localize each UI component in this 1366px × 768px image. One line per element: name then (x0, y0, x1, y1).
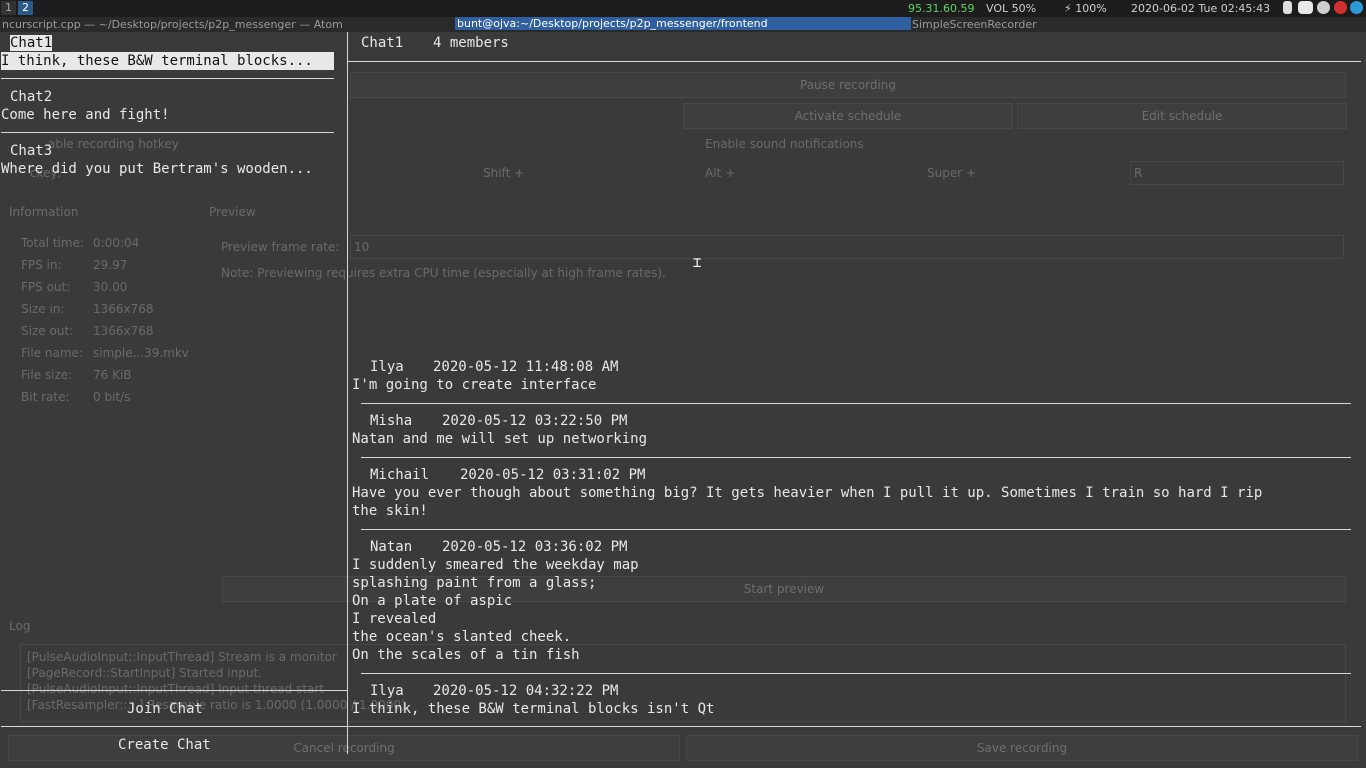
hotkey-key-select[interactable]: R (1130, 161, 1344, 185)
text-cursor-icon: ⌶ (693, 255, 702, 271)
workspace-1-button[interactable]: 1 (1, 1, 16, 15)
divider (361, 673, 1351, 674)
divider (348, 61, 1361, 62)
message-author: Ilya (370, 683, 404, 699)
info-label: FPS out: (21, 280, 71, 294)
telegram-icon[interactable] (1350, 1, 1363, 14)
message-text: I suddenly smeared the weekday map (352, 557, 639, 573)
info-value: 0:00:04 (93, 236, 140, 250)
workspace-2-button[interactable]: 2 (18, 1, 33, 15)
hotkey-key-value: R (1134, 166, 1143, 180)
join-chat-button[interactable]: Join Chat (127, 700, 203, 718)
log-line: [PulseAudioInput::InputThread] Input thr… (27, 682, 325, 696)
message-author: Michail (370, 467, 430, 483)
divider (1, 78, 334, 79)
message-author: Natan (370, 539, 413, 555)
shift-checkbox[interactable]: Shift + (483, 166, 524, 180)
window-tab-ssr[interactable]: SimpleScreenRecorder (912, 18, 1037, 31)
cancel-recording-button[interactable]: Cancel recording (8, 735, 680, 761)
info-label: File name: (21, 346, 83, 360)
message-text: I think, these B&W terminal blocks isn't… (352, 701, 715, 717)
divider (361, 529, 1351, 530)
chat-members-count: 4 members (433, 35, 509, 51)
save-recording-button[interactable]: Save recording (686, 735, 1358, 761)
preview-rate-label: Preview frame rate: (221, 240, 340, 254)
message-text: the ocean's slanted cheek. (352, 629, 572, 645)
steam-icon[interactable] (1317, 1, 1330, 14)
chat-list-item-preview[interactable]: Where did you put Bertram's wooden... (1, 160, 313, 178)
info-value: 1366x768 (93, 324, 154, 338)
sidebar-separator (347, 32, 348, 754)
window-tab-atom[interactable]: ncurscript.cpp — ~/Desktop/projects/p2p_… (2, 18, 454, 31)
message-text: Have you ever though about something big… (352, 485, 1263, 501)
info-label: FPS in: (21, 258, 62, 272)
info-value: 29.97 (93, 258, 128, 272)
system-top-bar: 1 2 95.31.60.59 VOL 50% ⚡ 100% 2020-06-0… (0, 0, 1366, 17)
volume-indicator[interactable]: VOL 50% (986, 2, 1036, 15)
edit-schedule-button[interactable]: Edit schedule (1017, 103, 1347, 129)
divider (1, 726, 1361, 727)
preview-rate-spinbox[interactable]: 10 (350, 235, 1344, 259)
message-time: 2020-05-12 03:36:02 PM (442, 539, 628, 555)
info-label: Size in: (21, 302, 65, 316)
window-tab-terminal[interactable]: bunt@ojva:~/Desktop/projects/p2p_messeng… (455, 17, 911, 30)
message-time: 2020-05-12 03:31:02 PM (460, 467, 646, 483)
chat-list-item-name[interactable]: Chat1 (10, 34, 53, 52)
info-value: 30.00 (93, 280, 128, 294)
info-value: 0 bit/s (93, 390, 131, 404)
message-text: On the scales of a tin fish (352, 647, 580, 663)
record-icon[interactable] (1334, 1, 1347, 14)
message-text: splashing paint from a glass; (352, 575, 597, 591)
clock: 2020-06-02 Tue 02:45:43 (1131, 2, 1271, 15)
chat-list-item-preview[interactable]: Come here and fight! (1, 106, 170, 124)
log-heading: Log (9, 619, 31, 633)
message-time: 2020-05-12 11:48:08 AM (433, 359, 619, 375)
pause-recording-button[interactable]: Pause recording (350, 72, 1346, 98)
battery-indicator: ⚡ 100% (1064, 2, 1107, 15)
information-heading: Information (9, 205, 79, 219)
info-value: 1366x768 (93, 302, 154, 316)
message-text: I'm going to create interface (352, 377, 597, 393)
screen-recorder-window: Pause recording Activate schedule Edit s… (0, 32, 1366, 768)
message-author: Misha (370, 413, 413, 429)
chat-list-item-preview[interactable]: I think, these B&W terminal blocks... (1, 52, 334, 70)
info-value: 76 KiB (93, 368, 132, 382)
super-checkbox[interactable]: Super + (927, 166, 976, 180)
log-line: [PageRecord::StartInput] Started input. (27, 666, 262, 680)
enable-sound-checkbox[interactable]: Enable sound notifications (705, 137, 864, 151)
message-text: I revealed (352, 611, 437, 627)
chat-list-item-name[interactable]: Chat2 (10, 88, 52, 106)
ip-address: 95.31.60.59 (908, 2, 975, 15)
message-time: 2020-05-12 04:32:22 PM (433, 683, 619, 699)
divider (1, 690, 347, 691)
message-author: Ilya (370, 359, 404, 375)
create-chat-button[interactable]: Create Chat (118, 736, 211, 754)
preview-heading: Preview (209, 205, 256, 219)
divider (361, 403, 1351, 404)
preview-rate-value: 10 (354, 240, 370, 254)
discord-icon[interactable] (1298, 1, 1313, 14)
info-label: Size out: (21, 324, 74, 338)
divider (1, 132, 334, 133)
activate-schedule-button[interactable]: Activate schedule (683, 103, 1013, 129)
info-label: Total time: (21, 236, 84, 250)
info-label: Bit rate: (21, 390, 70, 404)
chat-title: Chat1 (361, 35, 404, 51)
message-text: Natan and me will set up networking (352, 431, 648, 447)
log-line: [PulseAudioInput::InputThread] Stream is… (27, 650, 337, 664)
info-label: File size: (21, 368, 73, 382)
preview-note: Note: Previewing requires extra CPU time… (221, 266, 666, 280)
enable-hotkey-checkbox[interactable]: able recording hotkey (48, 137, 179, 151)
chat-list-item-name[interactable]: Chat3 (10, 142, 52, 160)
alt-checkbox[interactable]: Alt + (705, 166, 735, 180)
bluetooth-icon[interactable] (1283, 1, 1292, 14)
message-text: the skin! (352, 503, 428, 519)
message-time: 2020-05-12 03:22:50 PM (442, 413, 628, 429)
info-value: simple...39.mkv (93, 346, 189, 360)
divider (361, 457, 1351, 458)
window-tab-bar: ncurscript.cpp — ~/Desktop/projects/p2p_… (0, 17, 1366, 32)
message-text: On a plate of aspic (352, 593, 513, 609)
log-line: [FastResampler::...] Resample ratio is 1… (27, 698, 406, 712)
